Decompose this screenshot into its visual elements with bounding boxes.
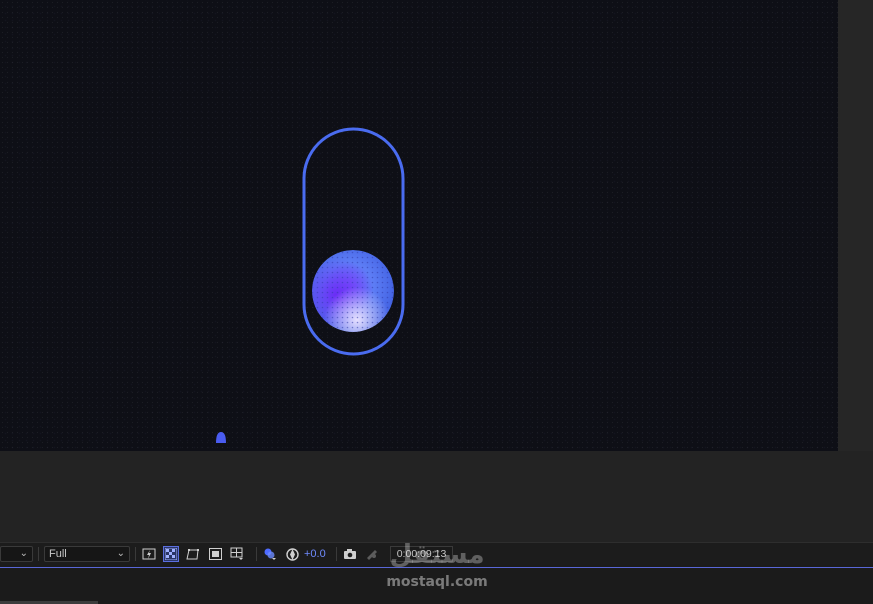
transparency-grid-button[interactable]: [163, 546, 179, 562]
resolution-value: Full: [49, 548, 67, 560]
exposure-icon: [285, 547, 299, 561]
viewer-side-gutter: [838, 0, 873, 451]
timeline-panel: [0, 565, 873, 604]
reset-exposure-button[interactable]: [284, 546, 300, 562]
toggle-orb-shape: [312, 250, 394, 332]
color-channels-icon: [264, 548, 276, 560]
grid-guides-icon: [230, 547, 243, 560]
region-icon: [208, 548, 222, 560]
camera-icon: [343, 549, 356, 559]
after-effects-composition-panel: ⌄ Full ⌄ +0.0 0:00:09:13 مستقل mostaql.c…: [0, 0, 873, 604]
toolbar-divider: [335, 547, 337, 561]
chevron-down-icon: ⌄: [116, 548, 125, 559]
composition-viewer[interactable]: [0, 0, 838, 451]
timeline-header-line: [0, 567, 873, 568]
lower-panel-area: [0, 451, 873, 542]
toolbar-divider: [256, 547, 257, 561]
chevron-down-icon: ⌄: [19, 548, 28, 559]
toolbar-divider: [135, 547, 136, 561]
show-snapshot-icon: [366, 550, 377, 560]
take-snapshot-button[interactable]: [342, 546, 358, 562]
viewer-toolbar: ⌄ Full ⌄ +0.0 0:00:09:13: [0, 542, 873, 565]
toolbar-divider: [38, 547, 39, 561]
guides-options-button[interactable]: [229, 546, 245, 562]
small-blob-shape: [216, 432, 226, 443]
current-time-display[interactable]: 0:00:09:13: [389, 546, 454, 562]
show-snapshot-button[interactable]: [364, 546, 380, 562]
lightning-icon: [142, 548, 156, 559]
resolution-dropdown[interactable]: Full ⌄: [44, 546, 130, 562]
mask-path-icon: [186, 548, 199, 559]
composition-canvas: [216, 127, 405, 443]
color-channels-button[interactable]: [262, 546, 278, 562]
checkerboard-icon: [165, 548, 177, 560]
mask-visibility-button[interactable]: [185, 546, 201, 562]
fast-previews-button[interactable]: [141, 546, 157, 562]
region-of-interest-button[interactable]: [207, 546, 223, 562]
exposure-value[interactable]: +0.0: [304, 548, 326, 560]
magnification-dropdown[interactable]: ⌄: [0, 546, 33, 562]
